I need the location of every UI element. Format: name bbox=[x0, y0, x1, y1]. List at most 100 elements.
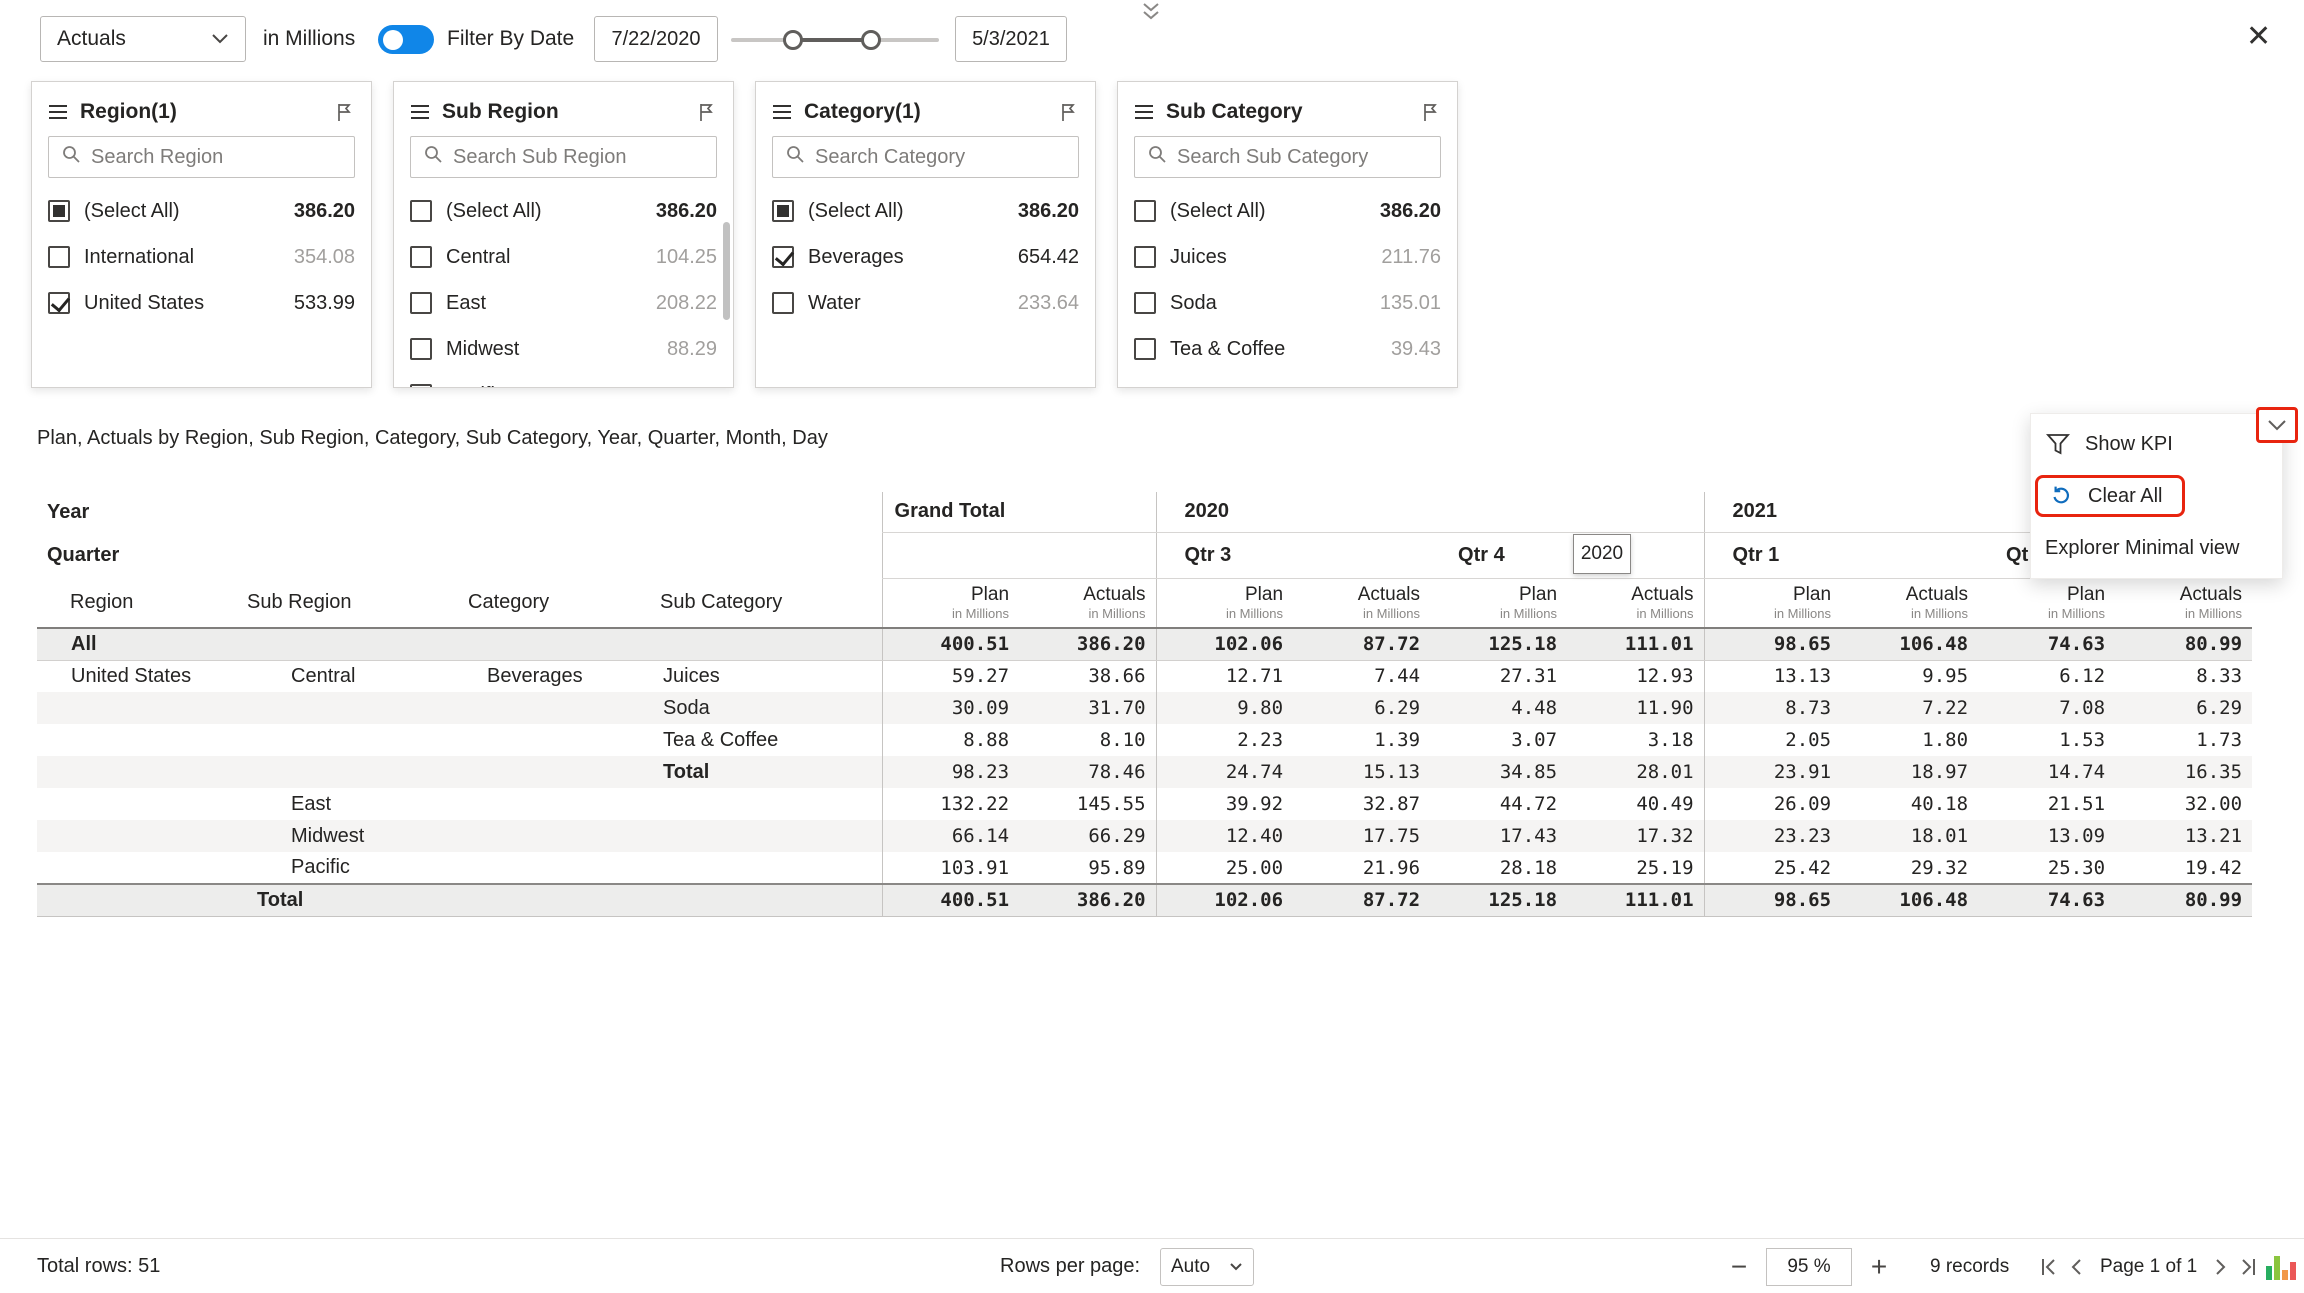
value-cell: 125.18 bbox=[1430, 884, 1567, 916]
measure-header-plan[interactable]: Planin Millions bbox=[882, 578, 1019, 628]
measure-header-actuals[interactable]: Actualsin Millions bbox=[1841, 578, 1978, 628]
filter-item-international[interactable]: International354.08 bbox=[48, 234, 355, 280]
filter-item-tea-coffee[interactable]: Tea & Coffee39.43 bbox=[1134, 326, 1441, 372]
checkbox[interactable] bbox=[772, 200, 794, 222]
measure-header-plan[interactable]: Planin Millions bbox=[1704, 578, 1841, 628]
value-cell: 132.22 bbox=[882, 788, 1019, 820]
search-input[interactable]: Search Sub Region bbox=[410, 136, 717, 178]
menu-item-clear-all[interactable]: Clear All bbox=[2031, 470, 2282, 522]
filter-item-list: (Select All)386.20Central104.25East208.2… bbox=[410, 188, 717, 388]
measure-header-plan[interactable]: Planin Millions bbox=[1156, 578, 1293, 628]
rows-per-page-dropdown[interactable]: Auto bbox=[1160, 1248, 1254, 1286]
filter-item-united-states[interactable]: United States533.99 bbox=[48, 280, 355, 326]
collapse-chevrons-icon[interactable] bbox=[1140, 2, 1162, 27]
measure-header-actuals[interactable]: Actualsin Millions bbox=[2115, 578, 2252, 628]
search-input[interactable]: Search Sub Category bbox=[1134, 136, 1441, 178]
quarter-header-qtr-3[interactable]: Qtr 3 bbox=[1156, 532, 1430, 578]
filter-item-east[interactable]: East208.22 bbox=[410, 280, 717, 326]
checkbox[interactable] bbox=[410, 200, 432, 222]
year-header-grand-total[interactable]: Grand Total bbox=[882, 492, 1156, 532]
filter-item-water[interactable]: Water233.64 bbox=[772, 280, 1079, 326]
search-input[interactable]: Search Region bbox=[48, 136, 355, 178]
last-page-icon[interactable] bbox=[2237, 1256, 2259, 1278]
scrollbar[interactable] bbox=[723, 222, 730, 320]
measure-header-actuals[interactable]: Actualsin Millions bbox=[1019, 578, 1156, 628]
filter-item-midwest[interactable]: Midwest88.29 bbox=[410, 326, 717, 372]
quarter-header-qtr-1[interactable]: Qtr 1 bbox=[1704, 532, 1978, 578]
checkbox[interactable] bbox=[1134, 338, 1156, 360]
value-cell: 102.06 bbox=[1156, 628, 1293, 660]
filter-item-select-all[interactable]: (Select All)386.20 bbox=[772, 188, 1079, 234]
measure-header-actuals[interactable]: Actualsin Millions bbox=[1293, 578, 1430, 628]
checkbox[interactable] bbox=[48, 292, 70, 314]
checkbox[interactable] bbox=[772, 246, 794, 268]
end-date-input[interactable]: 5/3/2021 bbox=[955, 16, 1067, 62]
flag-icon[interactable] bbox=[1055, 102, 1079, 123]
checkbox[interactable] bbox=[772, 292, 794, 314]
menu-chevron-button[interactable] bbox=[2256, 407, 2298, 443]
measure-header-plan[interactable]: Planin Millions bbox=[1430, 578, 1567, 628]
measure-name: Plan bbox=[1978, 584, 2105, 606]
filter-item-soda[interactable]: Soda135.01 bbox=[1134, 280, 1441, 326]
filter-item-label: (Select All) bbox=[808, 200, 1018, 223]
checkbox[interactable] bbox=[1134, 292, 1156, 314]
value-cell: 8.33 bbox=[2115, 660, 2252, 692]
menu-item-show-kpi[interactable]: Show KPI bbox=[2031, 418, 2282, 470]
value-cell: 23.91 bbox=[1704, 756, 1841, 788]
zoom-out-button[interactable]: − bbox=[1722, 1239, 1756, 1293]
drag-handle-icon[interactable] bbox=[410, 103, 438, 121]
filter-by-date-toggle[interactable] bbox=[378, 25, 434, 54]
zoom-in-button[interactable]: + bbox=[1862, 1239, 1896, 1293]
filter-item-value: 132.24 bbox=[656, 384, 717, 389]
drag-handle-icon[interactable] bbox=[1134, 103, 1162, 121]
close-icon[interactable]: ✕ bbox=[2246, 22, 2271, 52]
checkbox[interactable] bbox=[1134, 200, 1156, 222]
menu-item-explorer-minimal-view[interactable]: Explorer Minimal view bbox=[2031, 522, 2282, 574]
measure-header-plan[interactable]: Planin Millions bbox=[1978, 578, 2115, 628]
year-header-2020[interactable]: 2020 bbox=[1156, 492, 1704, 532]
filter-item-select-all[interactable]: (Select All)386.20 bbox=[1134, 188, 1441, 234]
quarter-header-qtr-4[interactable]: Qtr 4 bbox=[1430, 532, 1704, 578]
value-cell: 12.71 bbox=[1156, 660, 1293, 692]
filter-card-category-1: Category(1)Search Category(Select All)38… bbox=[755, 81, 1096, 388]
checkbox[interactable] bbox=[48, 246, 70, 268]
flag-icon[interactable] bbox=[1417, 102, 1441, 123]
value-cell: 25.00 bbox=[1156, 852, 1293, 884]
drag-handle-icon[interactable] bbox=[48, 103, 76, 121]
filter-item-select-all[interactable]: (Select All)386.20 bbox=[410, 188, 717, 234]
row-header-cell bbox=[441, 724, 647, 756]
prev-page-icon[interactable] bbox=[2066, 1256, 2088, 1278]
checkbox[interactable] bbox=[410, 246, 432, 268]
slider-handle-start[interactable] bbox=[783, 30, 803, 50]
filter-item-juices[interactable]: Juices211.76 bbox=[1134, 234, 1441, 280]
flag-icon[interactable] bbox=[693, 102, 717, 123]
checkbox[interactable] bbox=[410, 338, 432, 360]
column-header-region[interactable]: Region bbox=[37, 578, 235, 628]
search-input[interactable]: Search Category bbox=[772, 136, 1079, 178]
filter-item-central[interactable]: Central104.25 bbox=[410, 234, 717, 280]
drag-handle-icon[interactable] bbox=[772, 103, 800, 121]
checkbox[interactable] bbox=[1134, 246, 1156, 268]
zoom-level-input[interactable]: 95 % bbox=[1766, 1248, 1852, 1286]
start-date-input[interactable]: 7/22/2020 bbox=[594, 16, 718, 62]
next-page-icon[interactable] bbox=[2209, 1256, 2231, 1278]
checkbox[interactable] bbox=[410, 292, 432, 314]
column-header-category[interactable]: Category bbox=[441, 578, 647, 628]
measure-dropdown[interactable]: Actuals bbox=[40, 16, 246, 62]
checkbox[interactable] bbox=[48, 200, 70, 222]
column-header-sub-region[interactable]: Sub Region bbox=[235, 578, 441, 628]
filter-item-beverages[interactable]: Beverages654.42 bbox=[772, 234, 1079, 280]
measure-header-actuals[interactable]: Actualsin Millions bbox=[1567, 578, 1704, 628]
checkbox[interactable] bbox=[410, 384, 432, 388]
flag-icon[interactable] bbox=[331, 102, 355, 123]
filter-item-pacific[interactable]: Pacific132.24 bbox=[410, 372, 717, 388]
value-cell: 80.99 bbox=[2115, 884, 2252, 916]
slider-handle-end[interactable] bbox=[861, 30, 881, 50]
filter-item-label: (Select All) bbox=[1170, 200, 1380, 223]
filter-item-select-all[interactable]: (Select All)386.20 bbox=[48, 188, 355, 234]
filter-item-value: 654.42 bbox=[1018, 246, 1079, 269]
first-page-icon[interactable] bbox=[2038, 1256, 2060, 1278]
column-header-sub-category[interactable]: Sub Category bbox=[647, 578, 882, 628]
quarter-header-blank[interactable] bbox=[882, 532, 1156, 578]
charts-icon[interactable] bbox=[2266, 1252, 2296, 1280]
